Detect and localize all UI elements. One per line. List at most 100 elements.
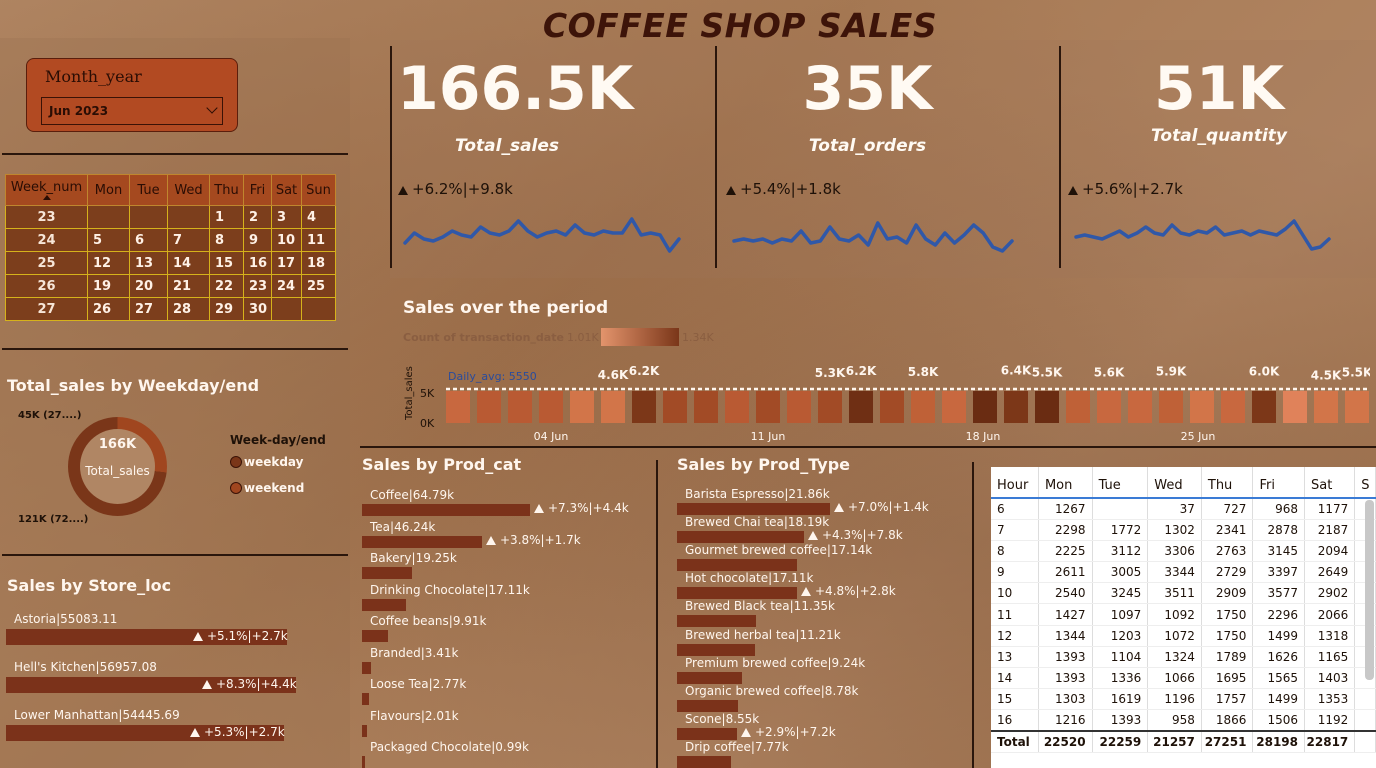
period-bar[interactable] <box>1283 391 1307 423</box>
period-bar[interactable] <box>756 391 780 423</box>
calendar-day[interactable]: 26 <box>87 297 130 321</box>
prod-type-bar[interactable] <box>677 671 742 684</box>
period-bar[interactable] <box>973 391 997 423</box>
prod-cat-bar[interactable] <box>362 724 367 737</box>
period-bar[interactable] <box>1159 391 1183 423</box>
calendar-day[interactable] <box>271 297 302 321</box>
calendar-header[interactable]: Week_num <box>5 174 88 206</box>
calendar-day[interactable] <box>301 297 336 321</box>
calendar-day[interactable]: 13 <box>129 251 168 275</box>
legend-item-weekday[interactable]: weekday <box>230 455 303 469</box>
calendar-day[interactable]: 17 <box>271 251 302 275</box>
calendar-day[interactable] <box>167 205 210 229</box>
calendar-day[interactable]: 5 <box>87 228 130 252</box>
period-bar[interactable] <box>911 391 935 423</box>
period-bar[interactable] <box>508 391 532 423</box>
period-bar[interactable] <box>1097 391 1121 423</box>
calendar-day[interactable]: 22 <box>209 274 244 298</box>
period-bar[interactable] <box>1035 391 1059 423</box>
calendar-day[interactable] <box>129 205 168 229</box>
calendar-day[interactable]: 29 <box>209 297 244 321</box>
period-bar[interactable] <box>477 391 501 423</box>
calendar-day[interactable]: 27 <box>129 297 168 321</box>
calendar-day[interactable]: 4 <box>301 205 336 229</box>
period-bar[interactable] <box>632 391 656 423</box>
period-bar[interactable] <box>725 391 749 423</box>
prod-cat-bar[interactable] <box>362 504 530 516</box>
calendar-day[interactable]: 28 <box>167 297 210 321</box>
period-bar[interactable] <box>942 391 966 423</box>
period-bar[interactable] <box>1128 391 1152 423</box>
calendar-day[interactable]: 1 <box>209 205 244 229</box>
calendar-day[interactable]: 30 <box>243 297 272 321</box>
calendar-day[interactable]: 23 <box>243 274 272 298</box>
kpi-sparkline[interactable] <box>402 210 682 260</box>
calendar-day[interactable]: 24 <box>271 274 302 298</box>
prod-cat-bar[interactable] <box>362 598 406 611</box>
kpi-sparkline[interactable] <box>731 210 1015 260</box>
period-bar[interactable] <box>1221 391 1245 423</box>
calendar-day[interactable]: 9 <box>243 228 272 252</box>
prod-cat-bar[interactable] <box>362 567 412 579</box>
prod-cat-bar[interactable] <box>362 693 369 705</box>
prod-type-bar[interactable] <box>677 615 756 628</box>
matrix-header[interactable]: Mon <box>1038 467 1093 499</box>
matrix-header[interactable]: Hour <box>991 467 1039 499</box>
prod-type-bar[interactable] <box>677 503 830 515</box>
calendar-day[interactable]: 6 <box>129 228 168 252</box>
period-bar[interactable] <box>787 391 811 423</box>
prod-type-bar[interactable] <box>677 531 804 544</box>
period-bar[interactable] <box>1252 391 1276 423</box>
calendar-day[interactable]: 19 <box>87 274 130 298</box>
period-bar[interactable] <box>1190 391 1214 423</box>
matrix-scrollbar[interactable] <box>1365 500 1374 680</box>
matrix-header[interactable]: Fri <box>1252 467 1305 499</box>
prod-cat-bar[interactable] <box>362 535 482 548</box>
period-bar[interactable] <box>694 391 718 423</box>
calendar-day[interactable]: 7 <box>167 228 210 252</box>
prod-type-bar[interactable] <box>677 755 731 768</box>
calendar-day[interactable]: 18 <box>301 251 336 275</box>
legend-item-weekend[interactable]: weekend <box>230 481 304 495</box>
prod-type-bar[interactable] <box>677 699 738 712</box>
period-bar[interactable] <box>849 391 873 423</box>
calendar-day[interactable]: 16 <box>243 251 272 275</box>
matrix-header[interactable]: Wed <box>1147 467 1202 499</box>
period-bar[interactable] <box>570 391 594 423</box>
calendar-day[interactable]: 3 <box>271 205 302 229</box>
matrix-header[interactable]: Tue <box>1092 467 1149 499</box>
period-bar[interactable] <box>446 391 470 423</box>
kpi-sparkline[interactable] <box>1073 210 1332 260</box>
period-bar[interactable] <box>663 391 687 423</box>
month-year-dropdown[interactable]: Jun 2023 <box>41 97 223 125</box>
calendar-day[interactable]: 8 <box>209 228 244 252</box>
calendar-day[interactable]: 14 <box>167 251 210 275</box>
period-bar[interactable] <box>539 391 563 423</box>
calendar-day[interactable]: 11 <box>301 228 336 252</box>
calendar-day[interactable]: 15 <box>209 251 244 275</box>
prod-cat-bar[interactable] <box>362 630 388 642</box>
matrix-header[interactable]: S <box>1354 467 1376 499</box>
matrix-header[interactable]: Thu <box>1201 467 1254 499</box>
calendar-day[interactable]: 12 <box>87 251 130 275</box>
period-bar[interactable] <box>1314 391 1338 423</box>
prod-type-bar[interactable] <box>677 643 755 656</box>
prod-type-bar[interactable] <box>677 727 737 740</box>
sales-period-chart[interactable]: Total_sales 5K0K4.6K 6.2K 5.3K 6.2K 5.8K 6.4K 5… <box>398 360 1370 445</box>
period-bar[interactable] <box>880 391 904 423</box>
period-bar[interactable] <box>818 391 842 423</box>
calendar-day[interactable] <box>87 205 130 229</box>
calendar-day[interactable]: 25 <box>301 274 336 298</box>
prod-cat-bar[interactable] <box>362 756 365 768</box>
prod-type-bar[interactable] <box>677 559 797 572</box>
prod-type-bar[interactable] <box>677 587 797 600</box>
calendar-day[interactable]: 21 <box>167 274 210 298</box>
calendar-day[interactable]: 20 <box>129 274 168 298</box>
matrix-header[interactable]: Sat <box>1304 467 1356 499</box>
hourly-matrix[interactable]: Hour Mon Tue Wed Thu Fri Sat S 6 1267 37 727 968 117… <box>991 467 1376 768</box>
period-bar[interactable] <box>601 391 625 423</box>
calendar-day[interactable]: 2 <box>243 205 272 229</box>
prod-cat-bar[interactable] <box>362 661 371 674</box>
period-bar[interactable] <box>1004 391 1028 423</box>
period-bar[interactable] <box>1066 391 1090 423</box>
